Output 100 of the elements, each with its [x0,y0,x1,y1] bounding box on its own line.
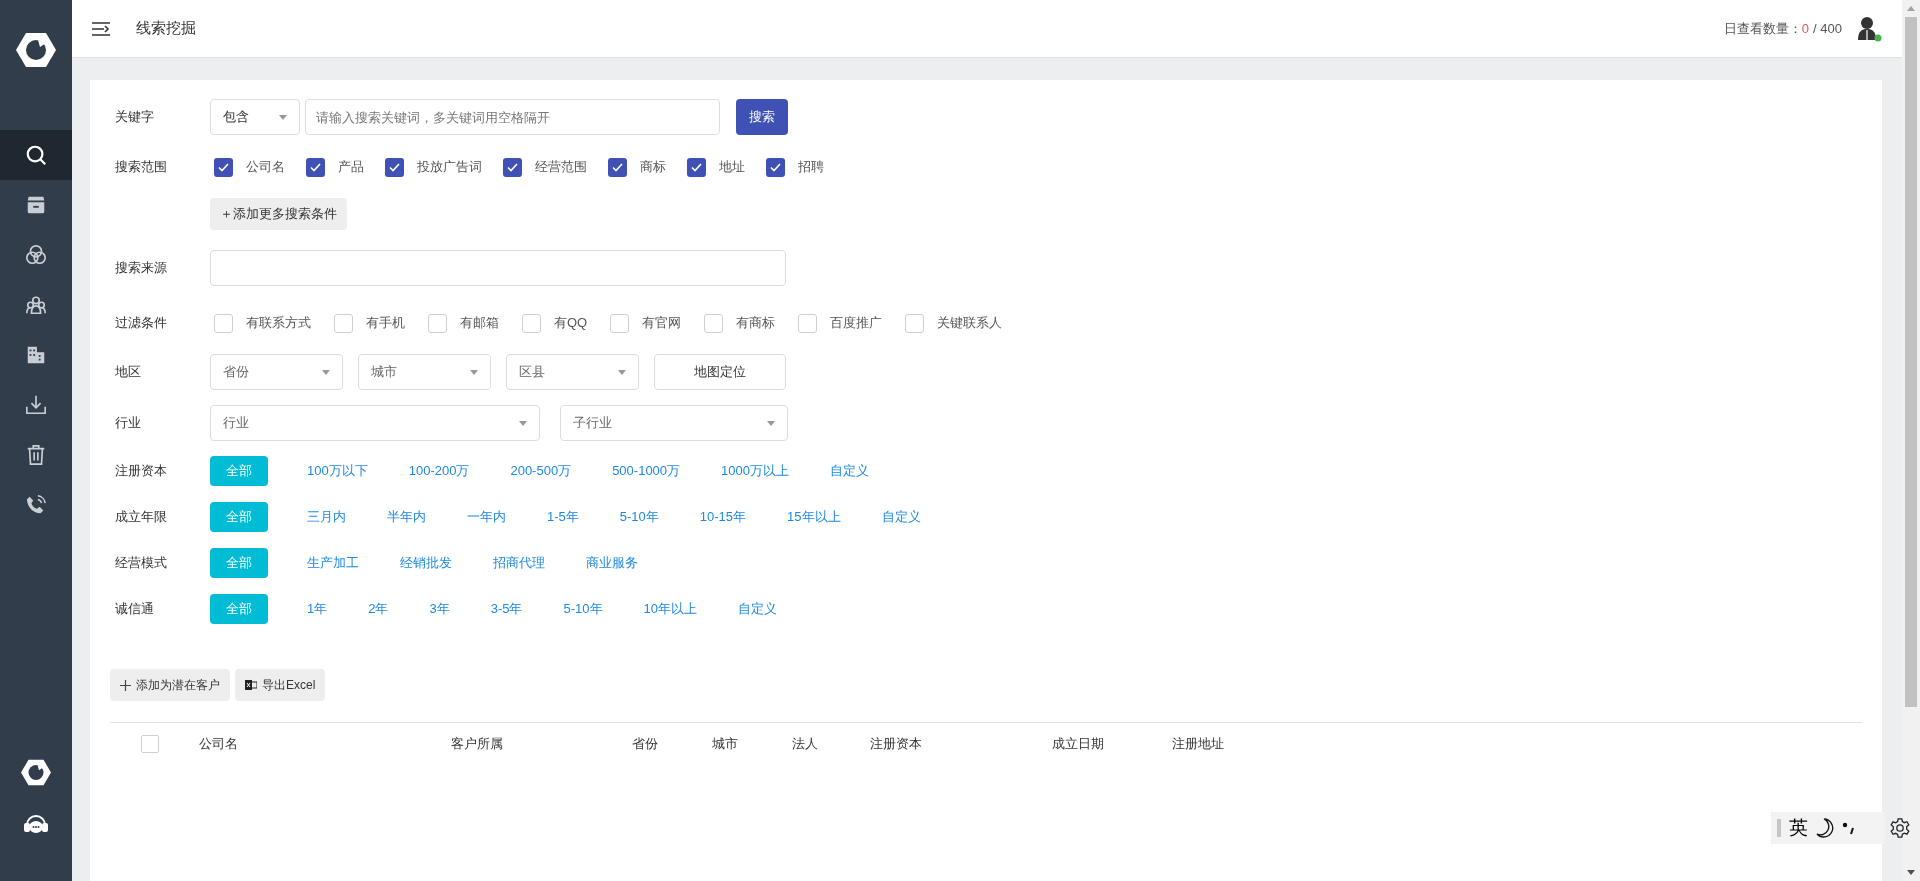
filter-option[interactable]: 100-200万 [406,456,472,486]
checkbox-label: 有QQ [554,314,588,333]
field-label: 地区 [115,363,142,382]
add-customer-button[interactable]: 添加为潜在客户 [110,669,230,701]
map-locate-button[interactable]: 地图定位 [654,354,786,390]
add-condition-button[interactable]: ＋添加更多搜索条件 [210,198,347,230]
settings-icon[interactable] [1889,817,1911,839]
source-input[interactable] [210,250,786,286]
checkbox-label: 有联系方式 [246,314,311,333]
checkbox-label: 地址 [719,158,745,177]
checkbox[interactable] [798,313,818,333]
archive-icon [25,194,47,216]
dropdown[interactable]: 城市 [358,354,491,390]
checkbox-label: 有商标 [736,314,776,333]
scrollbar-thumb[interactable] [1905,17,1917,707]
filter-option[interactable]: 自定义 [828,456,871,486]
checkbox[interactable] [385,157,404,177]
filter-option[interactable]: 5-10年 [617,502,661,532]
filter-option[interactable]: 商业服务 [584,548,640,578]
check-icon [310,162,321,172]
filter-option[interactable]: 10-15年 [697,502,749,532]
column-header: 成立日期 [1052,735,1105,754]
dropdown[interactable]: 子行业 [560,405,788,441]
avatar-icon[interactable] [1856,15,1882,42]
checkbox[interactable] [905,313,925,333]
checkbox[interactable] [214,313,233,333]
filter-option[interactable]: 1-5年 [545,502,581,532]
checkbox[interactable] [503,157,522,177]
filter-option[interactable]: 5-10年 [561,594,605,624]
checkbox[interactable] [704,313,724,333]
people-icon [25,294,47,316]
dropdown[interactable]: 区县 [506,354,639,390]
menu-icon[interactable] [92,21,110,36]
filter-option[interactable]: 100万以下 [305,456,370,486]
dropdown[interactable]: 省份 [210,354,343,390]
rings-icon [25,244,47,266]
checkbox[interactable] [608,157,627,177]
check-icon [612,162,623,172]
filter-option[interactable]: 1年 [305,594,330,624]
column-header: 注册资本 [870,735,923,754]
filter-option[interactable]: 1000万以上 [719,456,791,486]
check-icon [691,162,702,172]
spreadsheet-icon [245,679,257,691]
field-label: 诚信通 [115,600,155,619]
checkbox-label: 百度推广 [830,314,883,333]
checkbox[interactable] [766,157,785,177]
mode-select[interactable]: 包含 [210,99,300,135]
ime-language[interactable]: 英 [1789,813,1808,843]
caret-icon [322,369,330,375]
filter-option[interactable]: 500-1000万 [610,456,683,486]
filter-option[interactable]: 10年以上 [641,594,699,624]
punctuation-icon[interactable] [1842,821,1856,835]
filter-option[interactable]: 一年内 [465,502,508,532]
filter-option[interactable]: 200-500万 [508,456,574,486]
filter-option[interactable]: 招商代理 [491,548,547,578]
trash-icon [25,444,47,466]
field-label: 关键字 [115,108,155,127]
checkbox-label: 有邮箱 [460,314,499,333]
filter-option[interactable]: 三月内 [305,502,348,532]
column-header: 公司名 [199,735,239,754]
building-icon [25,344,47,366]
filter-option[interactable]: 全部 [210,594,268,624]
checkbox-label: 招聘 [798,158,824,177]
field-label: 经营模式 [115,554,168,573]
drag-handle-icon[interactable] [1777,819,1781,837]
filter-option[interactable]: 3年 [427,594,452,624]
filter-option[interactable]: 全部 [210,502,268,532]
check-icon [389,162,400,172]
checkbox[interactable] [214,157,233,177]
checkbox[interactable] [334,313,353,333]
filter-option[interactable]: 全部 [210,548,268,578]
filter-option[interactable]: 3-5年 [488,594,525,624]
column-header: 省份 [632,735,659,754]
scroll-down-icon[interactable] [1907,870,1915,875]
checkbox[interactable] [522,313,541,333]
page-title: 线索挖掘 [136,18,196,39]
keyword-input[interactable]: 请输入搜索关键词，多关键词用空格隔开 [305,99,720,135]
moon-icon[interactable] [1816,818,1834,838]
search-button[interactable]: 搜索 [736,99,788,135]
filter-option[interactable]: 自定义 [879,502,923,532]
dropdown[interactable]: 行业 [210,405,540,441]
checkbox[interactable] [687,157,706,177]
checkbox[interactable] [610,313,630,333]
filter-option[interactable]: 全部 [210,456,268,486]
download-icon [25,394,47,416]
checkbox[interactable] [141,735,159,753]
filter-option[interactable]: 自定义 [736,594,779,624]
filter-option[interactable]: 生产加工 [305,548,361,578]
headset-icon[interactable] [23,812,49,836]
scrollbar[interactable] [1902,0,1920,881]
sidebar-item[interactable] [0,130,72,180]
filter-option[interactable]: 15年以上 [785,502,843,532]
filter-option[interactable]: 经销批发 [398,548,454,578]
quota-total: / 400 [1813,19,1842,38]
caret-icon [470,369,478,375]
checkbox[interactable] [428,313,447,333]
filter-option[interactable]: 半年内 [385,502,428,532]
export-excel-button[interactable]: 导出Excel [235,669,326,701]
filter-option[interactable]: 2年 [366,594,391,624]
checkbox[interactable] [306,157,325,177]
